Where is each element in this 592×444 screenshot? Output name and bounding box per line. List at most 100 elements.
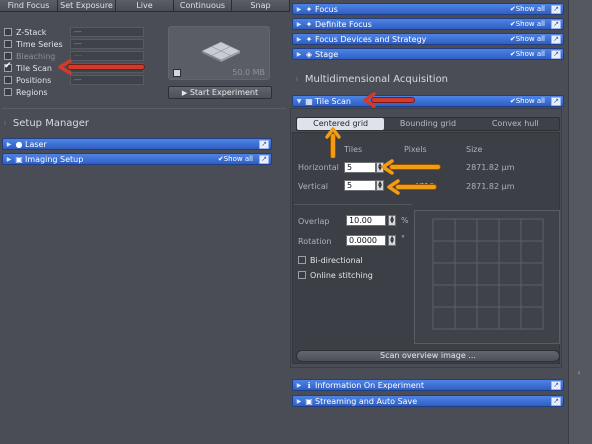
show-all-label: Show all	[515, 50, 545, 58]
option-positions[interactable]: Positions	[4, 74, 51, 86]
undock-icon[interactable]: ↗	[259, 154, 269, 164]
online-stitching-checkbox[interactable]	[298, 271, 306, 279]
expand-triangle-icon[interactable]: ▶	[295, 36, 303, 43]
tool-label: Definite Focus	[315, 19, 372, 29]
undock-icon[interactable]: ↗	[551, 4, 561, 14]
show-all-label: Show all	[515, 35, 545, 43]
undock-icon[interactable]: ↗	[551, 96, 561, 106]
show-all-toggle[interactable]: ✔Show all	[510, 50, 545, 58]
time-series-value: ---	[70, 39, 144, 49]
section-title: Multidimensional Acquisition	[304, 74, 449, 85]
tile-scan-icon: ▦	[305, 96, 313, 106]
continuous-button[interactable]: Continuous	[174, 0, 232, 11]
vertical-label: Vertical	[298, 182, 328, 191]
scan-overview-image-button[interactable]: Scan overview image ...	[296, 350, 560, 362]
vertical-tiles-stepper[interactable]: ▲ ▼	[376, 180, 384, 191]
undock-icon[interactable]: ↗	[551, 34, 561, 44]
overlap-stepper[interactable]: ▲ ▼	[388, 215, 396, 226]
show-all-toggle[interactable]: ✔Show all	[510, 35, 545, 43]
option-label: Z-Stack	[16, 27, 47, 37]
show-all-label: Show all	[515, 97, 545, 105]
expand-triangle-icon[interactable]: ▶	[295, 21, 303, 28]
drag-grip-icon[interactable]: ⁞	[296, 76, 299, 83]
tiles-column-header: Tiles	[344, 145, 363, 154]
definite-focus-tool[interactable]: ▶ ✦ Definite Focus ✔Show all ↗	[292, 18, 564, 30]
data-size-label: 50.0 MB	[232, 68, 265, 77]
expand-triangle-icon[interactable]: ▶	[5, 141, 13, 148]
live-button[interactable]: Live	[116, 0, 174, 11]
start-experiment-button[interactable]: ▶ Start Experiment	[168, 86, 272, 99]
snap-button[interactable]: Snap	[232, 0, 290, 11]
collapse-panel-icon[interactable]: ‹	[572, 368, 586, 378]
focus-tool[interactable]: ▶ ✦ Focus ✔Show all ↗	[292, 3, 564, 15]
tile-scan-tool-header[interactable]: ▼ ▦ Tile Scan ✔Show all ↗	[292, 95, 564, 107]
acquisition-toolbar: Find Focus Set Exposure Live Continuous …	[0, 0, 290, 12]
tool-label: Focus Devices and Strategy	[315, 34, 427, 44]
time-series-checkbox[interactable]	[4, 40, 12, 48]
z-stack-checkbox[interactable]	[4, 28, 12, 36]
collapse-triangle-icon[interactable]: ▼	[295, 98, 303, 105]
rotation-stepper[interactable]: ▲ ▼	[388, 235, 396, 246]
information-on-experiment-tool[interactable]: ▶ ℹ Information On Experiment ↗	[292, 379, 564, 391]
divider	[294, 204, 412, 205]
experiment-preview: 50.0 MB	[168, 26, 270, 80]
rotation-input[interactable]: 0.0000	[346, 235, 386, 246]
play-icon: ▶	[181, 89, 188, 97]
imaging-setup-tool[interactable]: ▶ ▣ Imaging Setup ✔Show all ↗	[2, 153, 272, 165]
z-stack-value: ---	[70, 27, 144, 37]
show-all-toggle[interactable]: ✔Show all	[510, 5, 545, 13]
horizontal-tiles-input[interactable]: 5	[344, 162, 376, 173]
show-all-toggle[interactable]: ✔Show all	[510, 97, 545, 105]
undock-icon[interactable]: ↗	[551, 380, 561, 390]
tile-scan-checkbox[interactable]	[4, 61, 12, 72]
set-exposure-button[interactable]: Set Exposure	[58, 0, 116, 11]
laser-tool[interactable]: ▶ ● Laser ↗	[2, 138, 272, 150]
stage-tool[interactable]: ▶ ◈ Stage ✔Show all ↗	[292, 48, 564, 60]
tool-label: Imaging Setup	[25, 154, 84, 164]
bi-directional-option[interactable]: Bi-directional	[298, 254, 363, 266]
overlap-label: Overlap	[298, 217, 330, 226]
undock-icon[interactable]: ↗	[551, 19, 561, 29]
show-all-toggle[interactable]: ✔Show all	[218, 155, 253, 163]
show-all-label: Show all	[515, 20, 545, 28]
drag-grip-icon[interactable]: ⁞	[4, 120, 7, 127]
option-tile-scan[interactable]: Tile Scan	[4, 61, 52, 74]
show-all-toggle[interactable]: ✔Show all	[510, 20, 545, 28]
option-time-series[interactable]: Time Series	[4, 38, 63, 50]
expand-triangle-icon[interactable]: ▶	[295, 382, 303, 389]
undock-icon[interactable]: ↗	[551, 396, 561, 406]
info-icon: ℹ	[307, 380, 311, 390]
streaming-auto-save-tool[interactable]: ▶ ▣ Streaming and Auto Save ↗	[292, 395, 564, 407]
save-disk-icon[interactable]	[173, 69, 181, 77]
online-stitching-option[interactable]: Online stitching	[298, 269, 373, 281]
option-z-stack[interactable]: Z-Stack	[4, 26, 46, 38]
option-regions[interactable]: Regions	[4, 86, 48, 98]
orange-annotation-arrow-vertical	[387, 179, 437, 195]
save-disk-icon: ▣	[305, 396, 313, 406]
setup-manager-header: ⁞ Setup Manager	[4, 118, 89, 129]
expand-triangle-icon[interactable]: ▶	[295, 398, 303, 405]
option-label: Positions	[16, 75, 52, 85]
rotation-label: Rotation	[298, 237, 332, 246]
expand-triangle-icon[interactable]: ▶	[295, 51, 303, 58]
option-label: Tile Scan	[16, 63, 52, 73]
regions-checkbox[interactable]	[4, 88, 12, 96]
undock-icon[interactable]: ↗	[551, 49, 561, 59]
expand-triangle-icon[interactable]: ▶	[5, 156, 13, 163]
positions-checkbox[interactable]	[4, 76, 12, 84]
overlap-unit: %	[401, 216, 409, 225]
stage-icon: ◈	[305, 49, 313, 59]
vertical-tiles-input[interactable]: 5	[344, 180, 376, 191]
tab-convex-hull[interactable]: Convex hull	[472, 118, 559, 130]
overlap-input[interactable]: 10.00	[346, 215, 386, 226]
expand-triangle-icon[interactable]: ▶	[295, 6, 303, 13]
bi-directional-checkbox[interactable]	[298, 256, 306, 264]
focus-devices-icon: ✦	[305, 34, 313, 44]
undock-icon[interactable]: ↗	[259, 139, 269, 149]
option-bleaching: Bleaching	[4, 50, 55, 62]
imaging-setup-icon: ▣	[15, 154, 23, 164]
find-focus-button[interactable]: Find Focus	[0, 0, 58, 11]
tab-bounding-grid[interactable]: Bounding grid	[384, 118, 471, 130]
orange-annotation-arrow-centered-grid	[325, 127, 341, 158]
focus-devices-tool[interactable]: ▶ ✦ Focus Devices and Strategy ✔Show all…	[292, 33, 564, 45]
